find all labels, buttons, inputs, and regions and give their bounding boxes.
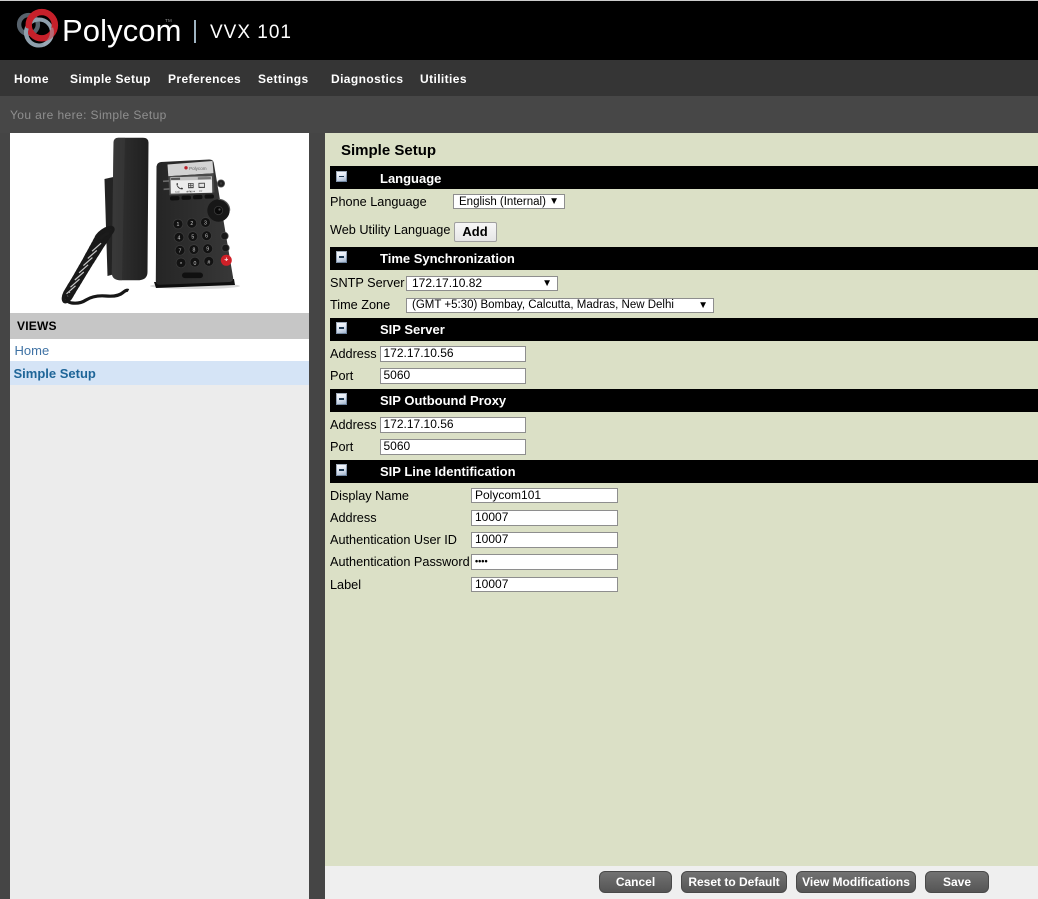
svg-text:1: 1	[177, 222, 180, 228]
svg-text:8: 8	[192, 248, 195, 254]
svg-text:#: #	[207, 260, 210, 266]
svg-text:4: 4	[178, 235, 181, 241]
svg-text:Call: Call	[175, 190, 180, 194]
svg-text:2: 2	[190, 221, 193, 227]
svg-text:0: 0	[193, 261, 196, 267]
svg-text:9: 9	[206, 247, 209, 253]
svg-text:*: *	[180, 262, 182, 268]
svg-text:3: 3	[204, 220, 207, 226]
svg-text:Dir: Dir	[199, 189, 203, 193]
svg-text:Polycom: Polycom	[189, 166, 207, 171]
svg-text:6: 6	[205, 234, 208, 240]
svg-text:7: 7	[179, 248, 182, 254]
svg-text:5: 5	[191, 235, 194, 241]
